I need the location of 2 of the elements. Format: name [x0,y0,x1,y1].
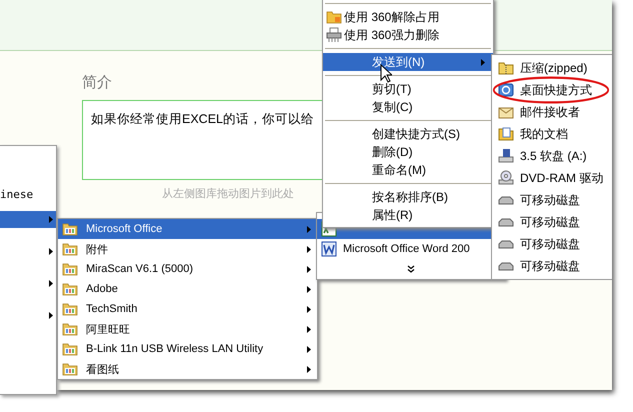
image-drop-hint: 从左侧图库拖动图片到此处 [162,186,294,201]
section-label: 简介 [82,73,112,92]
